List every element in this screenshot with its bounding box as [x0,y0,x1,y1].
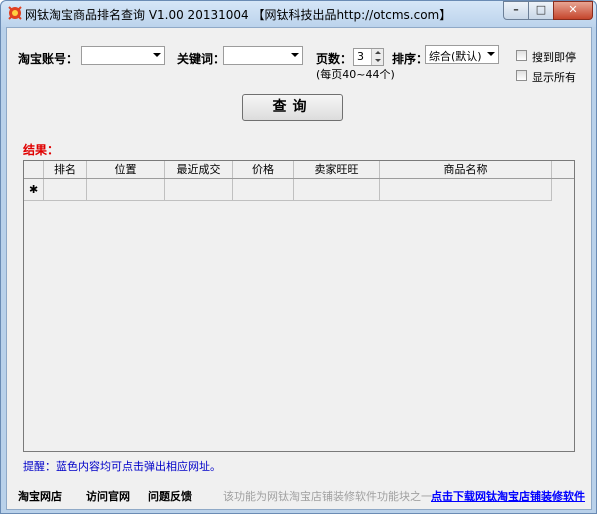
close-icon: ✕ [568,3,578,16]
stepper-up-icon[interactable] [375,51,381,54]
show-all-checkbox[interactable] [516,70,527,81]
footer-info: 该功能为网钛淘宝店铺装修软件功能块之一 [223,490,432,503]
sort-combo[interactable]: 综合(默认) [425,45,499,64]
account-label: 淘宝账号： [18,52,79,66]
column-header-position[interactable]: 位置 [87,161,165,178]
results-label: 结果： [23,143,60,157]
footer-download-link[interactable]: 点击下载网钛淘宝店铺装修软件 [431,488,585,504]
maximize-button[interactable]: □ [528,1,554,20]
footer-link-taobao-shop[interactable]: 淘宝网店 [18,488,62,504]
column-header-rank[interactable]: 排名 [44,161,87,178]
maximize-icon: □ [535,3,547,16]
show-all-label: 显示所有 [532,71,576,84]
row-header-corner [24,161,44,178]
pages-label: 页数： [316,52,353,66]
cell-price[interactable] [233,179,294,201]
sort-label: 排序： [392,52,429,66]
chevron-down-icon [291,53,299,57]
minimize-icon: – [513,3,519,16]
keyword-label: 关键词： [177,52,226,66]
client-area: 淘宝账号： 关键词： 页数： 3 (每页40~44个) 排序： 综合(默认) 搜… [6,27,592,510]
row-header[interactable]: ✱ [24,179,44,201]
stepper-arrows[interactable] [371,49,383,65]
stepper-down-icon[interactable] [375,59,381,62]
app-logo-icon [8,6,22,20]
cell-position[interactable] [87,179,165,201]
cell-recent-sales[interactable] [165,179,233,201]
close-button[interactable]: ✕ [553,1,593,20]
results-grid[interactable]: 排名 位置 最近成交 价格 卖家旺旺 商品名称 ✱ [23,160,575,452]
cell-rank[interactable] [44,179,87,201]
column-header-product-name[interactable]: 商品名称 [380,161,552,178]
grid-header: 排名 位置 最近成交 价格 卖家旺旺 商品名称 [24,161,574,179]
account-combo[interactable] [81,46,165,65]
new-row[interactable]: ✱ [24,179,574,201]
footer-link-feedback[interactable]: 问题反馈 [148,488,192,504]
cell-seller[interactable] [294,179,380,201]
cell-product-name[interactable] [380,179,552,201]
column-header-price[interactable]: 价格 [233,161,294,178]
tip-text: 提醒：蓝色内容均可点击弹出相应网址。 [23,460,221,473]
minimize-button[interactable]: – [503,1,529,20]
pages-note: (每页40~44个) [316,68,395,81]
window-title: 网钛淘宝商品排名查询 V1.00 20131004 【网钛科技出品http://… [25,8,452,22]
pages-stepper[interactable]: 3 [353,48,384,66]
chevron-down-icon [153,53,161,57]
column-header-recent-sales[interactable]: 最近成交 [165,161,233,178]
footer-link-official-site[interactable]: 访问官网 [86,488,130,504]
query-button[interactable]: 查询 [242,94,343,121]
pages-value: 3 [357,50,364,63]
keyword-combo[interactable] [223,46,303,65]
stop-on-found-checkbox[interactable] [516,50,527,61]
new-row-icon: ✱ [29,183,39,196]
app-window: 网钛淘宝商品排名查询 V1.00 20131004 【网钛科技出品http://… [0,0,597,514]
column-header-seller[interactable]: 卖家旺旺 [294,161,380,178]
chevron-down-icon [487,52,495,56]
stop-on-found-label: 搜到即停 [532,51,576,64]
sort-value: 综合(默认) [429,50,482,63]
title-bar: 网钛淘宝商品排名查询 V1.00 20131004 【网钛科技出品http://… [1,1,596,27]
